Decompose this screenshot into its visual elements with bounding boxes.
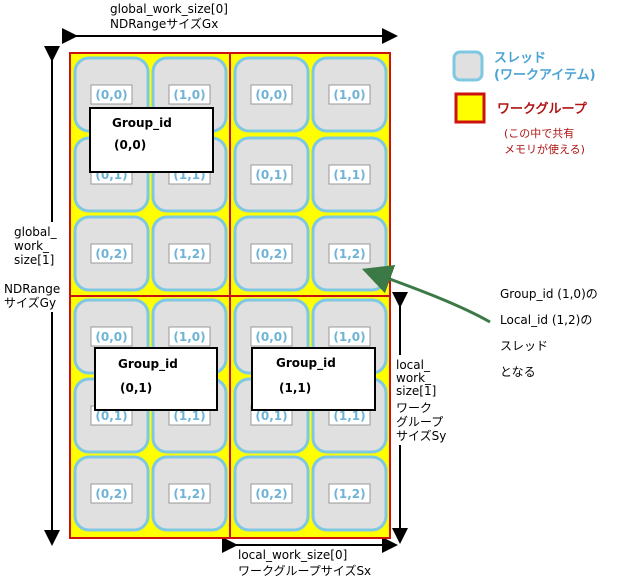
thread-local-id: (0,2) [95, 487, 127, 501]
local-work-size-0-label: local_work_size[0] [238, 548, 347, 562]
legend-workgroup-swatch [454, 92, 486, 124]
thread-local-id: (1,0) [173, 88, 205, 102]
thread-local-id: (1,2) [333, 247, 365, 261]
global-work-size-1-label-line3: size[1] [14, 253, 54, 267]
thread-local-id: (1,0) [173, 330, 205, 344]
thread-cell: (0,2) [233, 215, 310, 292]
group-id-value-0-0: (0,0) [114, 138, 146, 152]
thread-local-id: (0,0) [95, 330, 127, 344]
thread-local-id: (0,2) [255, 247, 287, 261]
thread-local-id: (0,2) [255, 487, 287, 501]
thread-local-id: (1,0) [333, 330, 365, 344]
thread-local-id: (0,2) [95, 247, 127, 261]
legend-thread-label: スレッド [494, 51, 546, 66]
legend-shared-memory-note-line2: メモリが使える) [504, 142, 585, 156]
group-id-value-0-1: (0,1) [120, 381, 152, 395]
legend-work-item-label: (ワークアイテム) [494, 68, 596, 83]
group-id-value-1-1: (1,1) [279, 381, 311, 395]
thread-local-id: (0,1) [255, 168, 287, 182]
local-work-size-1-line1: local_ [396, 358, 431, 372]
thread-local-id: (1,1) [173, 409, 205, 423]
thread-cell: (1,2) [311, 455, 388, 532]
ndrange-diagram: global_work_size[0] NDRangeサイズGx global_… [4, 2, 598, 578]
thread-cell: (0,1) [233, 136, 310, 213]
global-work-size-0-label: global_work_size[0] [110, 2, 228, 16]
ndrange-size-gy-label: サイズGy [4, 295, 56, 310]
thread-cell: (1,2) [151, 215, 228, 292]
local-work-size-1-line6: サイズSy [396, 428, 446, 443]
legend-thread-swatch [452, 50, 484, 82]
thread-local-id: (1,2) [173, 487, 205, 501]
legend-workgroup-label: ワークグループ [497, 101, 588, 117]
thread-local-id: (0,1) [95, 409, 127, 423]
thread-cell: (1,2) [311, 215, 388, 292]
thread-cell: (0,0) [233, 56, 310, 133]
annotation-line3: スレッド [500, 339, 548, 353]
group-id-title-0-1: Group_id [118, 357, 178, 372]
thread-local-id: (0,0) [255, 330, 287, 344]
annotation-arrow [361, 265, 491, 324]
thread-local-id: (0,1) [255, 409, 287, 423]
thread-cell: (1,2) [151, 455, 228, 532]
thread-cell: (0,2) [233, 455, 310, 532]
thread-local-id: (1,0) [333, 88, 365, 102]
local-work-size-1-line3: size[1] [396, 384, 436, 398]
annotation-line1: Group_id (1,0)の [500, 287, 598, 301]
workgroup-size-sx-label: ワークグループサイズSx [238, 563, 371, 578]
annotation-line4: となる [500, 365, 536, 379]
global-work-size-1-label-line1: global_ [14, 225, 58, 239]
local-work-size-1-line4: ワーク [396, 401, 432, 415]
local-work-size-1-line2: work_ [396, 371, 432, 385]
thread-local-id: (1,1) [333, 409, 365, 423]
legend-shared-memory-note-line1: (この中で共有 [504, 126, 574, 140]
global-work-size-1-label-line2: work_ [14, 239, 50, 253]
thread-cell: (1,0) [311, 56, 388, 133]
ndrange-label: NDRange [4, 282, 60, 296]
thread-cell: (1,1) [311, 136, 388, 213]
annotation-line2: Local_id (1,2)の [500, 313, 592, 327]
group-id-title-1-1: Group_id [276, 356, 336, 371]
local-work-size-1-line5: グループ [396, 415, 443, 429]
thread-cell: (0,2) [73, 215, 150, 292]
thread-local-id: (1,2) [333, 487, 365, 501]
group-id-title-0-0: Group_id [112, 116, 172, 131]
thread-local-id: (0,0) [255, 88, 287, 102]
thread-local-id: (1,2) [173, 247, 205, 261]
thread-local-id: (1,1) [333, 168, 365, 182]
thread-local-id: (0,0) [95, 88, 127, 102]
ndrange-size-gx-label: NDRangeサイズGx [110, 16, 218, 31]
thread-cell: (0,2) [73, 455, 150, 532]
